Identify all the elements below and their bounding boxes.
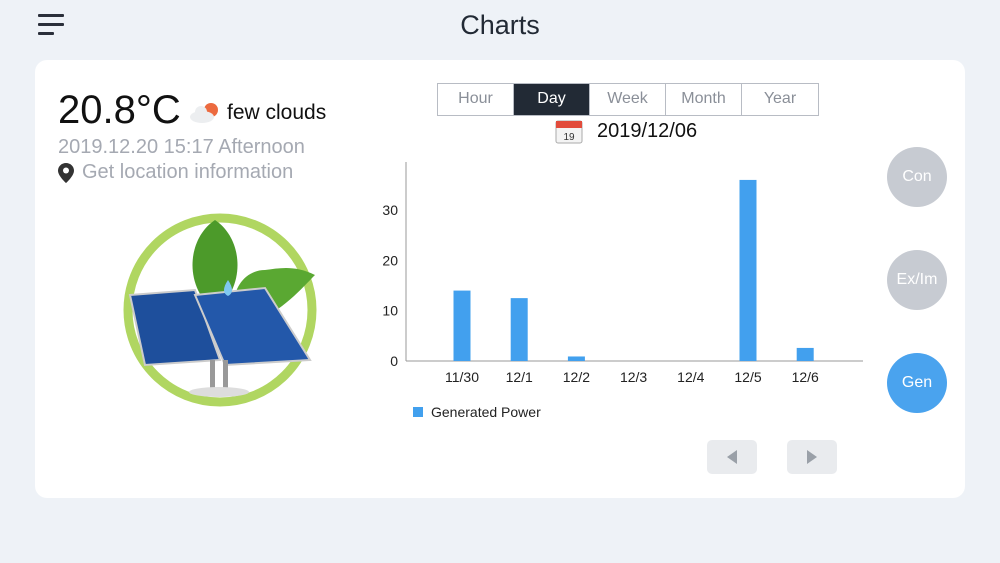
weather-condition: few clouds [227,101,327,124]
consumption-button[interactable]: Con [887,147,947,207]
bar-12-5 [739,179,757,361]
export-import-button[interactable]: Ex/Im [887,250,947,310]
period-tabs: Hour Day Week Month Year [437,83,819,116]
y-tick-label: 10 [382,303,398,319]
tab-year[interactable]: Year [742,84,818,115]
tab-month[interactable]: Month [666,84,742,115]
x-tick-label: 12/2 [563,369,590,385]
bar-12-1 [510,298,528,361]
x-tick-label: 12/6 [792,369,819,385]
bar-12-6 [796,347,814,361]
bar-12-2 [567,356,585,361]
tab-hour[interactable]: Hour [438,84,514,115]
selected-date[interactable]: 2019/12/06 [597,120,697,143]
svg-text:19: 19 [563,132,575,143]
x-tick-label: 12/1 [506,369,533,385]
calendar-icon[interactable]: 19 [555,120,583,144]
triangle-right-icon [807,450,817,464]
previous-button[interactable] [707,440,757,474]
generated-power-chart: 0 10 20 30 11/30 12/1 12/2 12/3 12/4 12/5 12/6 Gene… [382,162,863,420]
get-location-link[interactable]: Get location information [58,161,293,184]
generation-button[interactable]: Gen [887,353,947,413]
solar-panel-illustration [123,213,317,407]
y-tick-label: 20 [382,252,398,268]
x-tick-label: 11/30 [445,369,479,385]
weather-datetime: 2019.12.20 15:17 Afternoon [58,136,305,158]
x-tick-label: 12/3 [620,369,647,385]
next-button[interactable] [787,440,837,474]
page-title: Charts [460,10,540,40]
triangle-left-icon [727,450,737,464]
location-label: Get location information [82,161,294,183]
location-pin-icon [58,162,74,183]
bar-11-30 [453,290,471,361]
partly-cloudy-icon [190,103,218,123]
x-tick-label: 12/5 [734,369,761,385]
temperature: 20.8°C [58,88,181,132]
legend-label: Generated Power [431,404,541,420]
y-tick-label: 30 [382,202,398,218]
main-card: 20.8°C few clouds 2019.12.20 15:17 After… [35,60,965,498]
x-tick-label: 12/4 [677,369,704,385]
y-tick-label: 0 [390,353,398,369]
legend-swatch [413,407,423,417]
tab-week[interactable]: Week [590,84,666,115]
tab-day[interactable]: Day [514,84,590,115]
